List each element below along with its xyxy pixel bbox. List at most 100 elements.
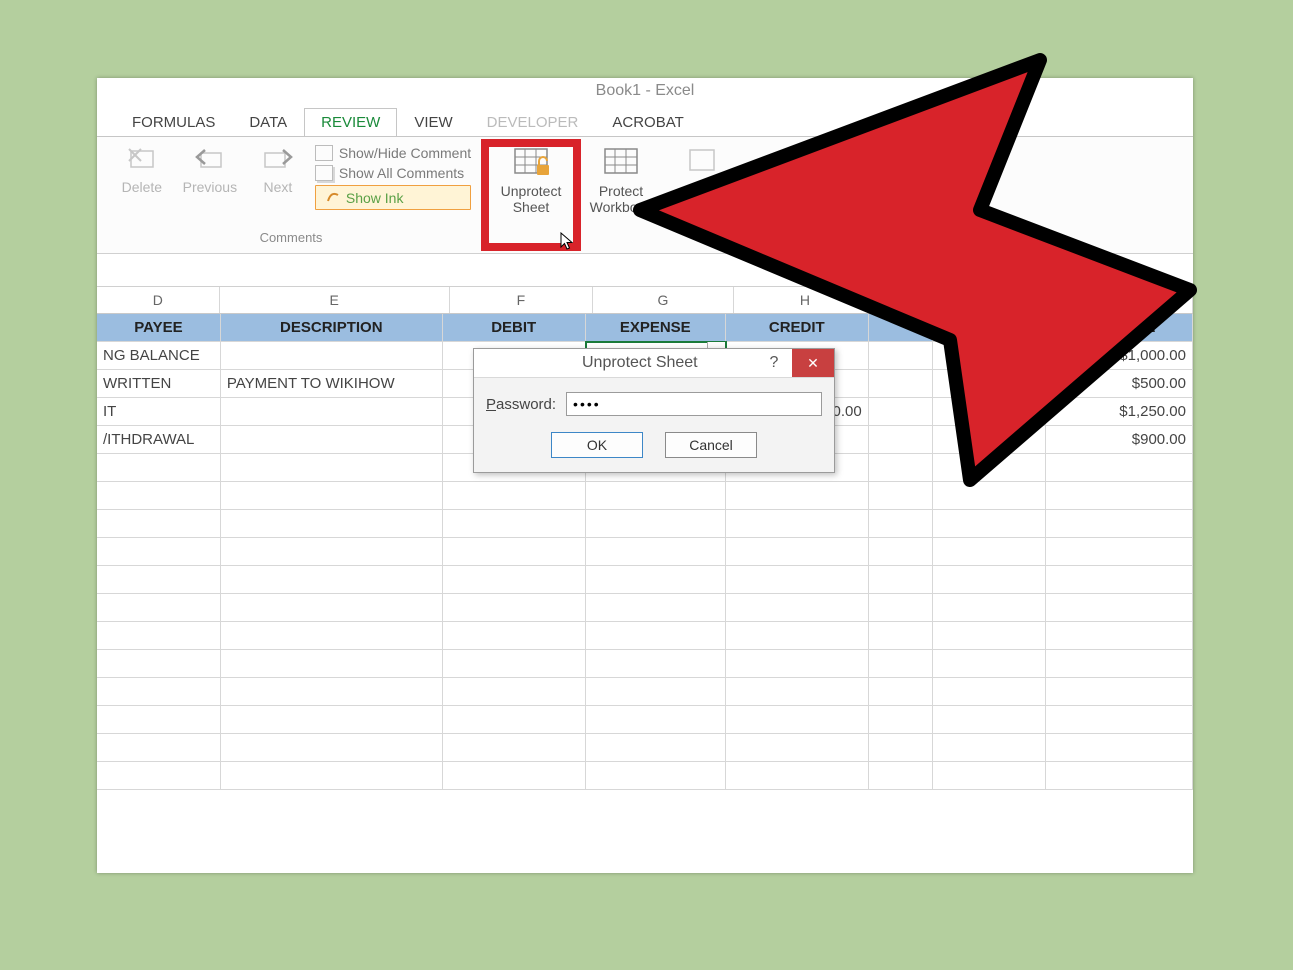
cell[interactable] bbox=[586, 650, 726, 677]
cell[interactable] bbox=[97, 566, 221, 593]
table-row[interactable] bbox=[97, 622, 1193, 650]
cell[interactable] bbox=[586, 566, 726, 593]
cell[interactable] bbox=[869, 454, 933, 481]
share-workbook-button[interactable] bbox=[670, 143, 734, 181]
table-row[interactable] bbox=[97, 706, 1193, 734]
cell[interactable] bbox=[443, 566, 586, 593]
table-row[interactable] bbox=[97, 762, 1193, 790]
tab-formulas[interactable]: FORMULAS bbox=[115, 108, 232, 136]
tab-review[interactable]: REVIEW bbox=[304, 108, 397, 136]
cancel-button[interactable]: Cancel bbox=[665, 432, 757, 458]
cell[interactable] bbox=[221, 678, 443, 705]
cell[interactable] bbox=[97, 650, 221, 677]
tab-developer[interactable]: DEVELOPER bbox=[470, 108, 596, 136]
cell[interactable] bbox=[97, 734, 221, 761]
cell[interactable] bbox=[1046, 706, 1193, 733]
tab-view[interactable]: VIEW bbox=[397, 108, 469, 136]
table-row[interactable] bbox=[97, 566, 1193, 594]
cell[interactable] bbox=[97, 510, 221, 537]
cell[interactable]: WRITTEN bbox=[97, 370, 221, 397]
tab-data[interactable]: DATA bbox=[232, 108, 304, 136]
cell[interactable] bbox=[869, 510, 933, 537]
cell[interactable] bbox=[443, 622, 586, 649]
cell[interactable]: IT bbox=[97, 398, 221, 425]
cell[interactable] bbox=[443, 510, 586, 537]
cell[interactable] bbox=[726, 734, 869, 761]
table-row[interactable] bbox=[97, 678, 1193, 706]
cell[interactable] bbox=[933, 762, 1046, 789]
column-header[interactable]: J bbox=[934, 287, 1045, 313]
cell[interactable] bbox=[443, 678, 586, 705]
cell[interactable]: $1,000.00 bbox=[1046, 342, 1193, 369]
cell[interactable] bbox=[221, 566, 443, 593]
formula-bar[interactable] bbox=[97, 253, 1193, 287]
cell[interactable] bbox=[586, 482, 726, 509]
cell[interactable] bbox=[1046, 594, 1193, 621]
cell[interactable] bbox=[221, 482, 443, 509]
cell[interactable] bbox=[221, 734, 443, 761]
cell[interactable] bbox=[726, 538, 869, 565]
cell[interactable] bbox=[586, 622, 726, 649]
column-header[interactable]: I bbox=[877, 287, 934, 313]
cell[interactable] bbox=[726, 678, 869, 705]
cell[interactable] bbox=[97, 706, 221, 733]
cell[interactable] bbox=[726, 482, 869, 509]
cell[interactable] bbox=[443, 734, 586, 761]
cell[interactable] bbox=[933, 650, 1046, 677]
cell[interactable] bbox=[586, 762, 726, 789]
cell[interactable]: $900.00 bbox=[1046, 426, 1193, 453]
cell[interactable] bbox=[869, 398, 933, 425]
cell[interactable] bbox=[1046, 454, 1193, 481]
table-row[interactable] bbox=[97, 538, 1193, 566]
cell[interactable] bbox=[1046, 622, 1193, 649]
column-header[interactable]: K bbox=[1045, 287, 1193, 313]
show-hide-comment-button[interactable]: Show/Hide Comment bbox=[315, 145, 471, 161]
cell[interactable] bbox=[443, 706, 586, 733]
cell[interactable] bbox=[97, 678, 221, 705]
table-row[interactable] bbox=[97, 650, 1193, 678]
cell[interactable] bbox=[221, 342, 443, 369]
cell[interactable] bbox=[933, 482, 1046, 509]
cell[interactable] bbox=[1046, 762, 1193, 789]
cell[interactable] bbox=[933, 510, 1046, 537]
tab-acrobat[interactable]: ACROBAT bbox=[595, 108, 700, 136]
cell[interactable] bbox=[97, 482, 221, 509]
column-header[interactable]: E bbox=[220, 287, 450, 313]
cell[interactable] bbox=[933, 454, 1046, 481]
cell[interactable] bbox=[869, 734, 933, 761]
cell[interactable]: $1,250.00 bbox=[1046, 398, 1193, 425]
cell[interactable] bbox=[586, 510, 726, 537]
previous-comment-button[interactable]: Previous bbox=[179, 143, 241, 197]
cell[interactable] bbox=[443, 594, 586, 621]
cell[interactable] bbox=[443, 482, 586, 509]
column-header[interactable]: D bbox=[97, 287, 220, 313]
cell[interactable] bbox=[97, 622, 221, 649]
cell[interactable] bbox=[869, 706, 933, 733]
cell[interactable] bbox=[1046, 678, 1193, 705]
cell[interactable]: NG BALANCE bbox=[97, 342, 221, 369]
cell[interactable] bbox=[869, 622, 933, 649]
delete-comment-button[interactable]: Delete bbox=[111, 143, 173, 197]
show-ink-button[interactable]: Show Ink bbox=[315, 185, 471, 210]
table-row[interactable] bbox=[97, 510, 1193, 538]
cell[interactable] bbox=[933, 538, 1046, 565]
cell[interactable] bbox=[221, 706, 443, 733]
cell[interactable] bbox=[933, 734, 1046, 761]
cell[interactable] bbox=[586, 678, 726, 705]
cell[interactable] bbox=[726, 762, 869, 789]
cell[interactable] bbox=[869, 370, 933, 397]
cell[interactable] bbox=[726, 622, 869, 649]
cell[interactable] bbox=[933, 706, 1046, 733]
cell[interactable] bbox=[933, 678, 1046, 705]
cell[interactable] bbox=[869, 342, 933, 369]
cell[interactable] bbox=[1046, 734, 1193, 761]
cell[interactable] bbox=[221, 398, 443, 425]
cell[interactable] bbox=[726, 706, 869, 733]
cell[interactable] bbox=[221, 594, 443, 621]
cell[interactable] bbox=[933, 398, 1046, 425]
cell[interactable] bbox=[1046, 482, 1193, 509]
cell[interactable] bbox=[221, 426, 443, 453]
dialog-titlebar[interactable]: Unprotect Sheet ? ✕ bbox=[474, 349, 834, 378]
cell[interactable] bbox=[221, 762, 443, 789]
cell[interactable] bbox=[933, 566, 1046, 593]
